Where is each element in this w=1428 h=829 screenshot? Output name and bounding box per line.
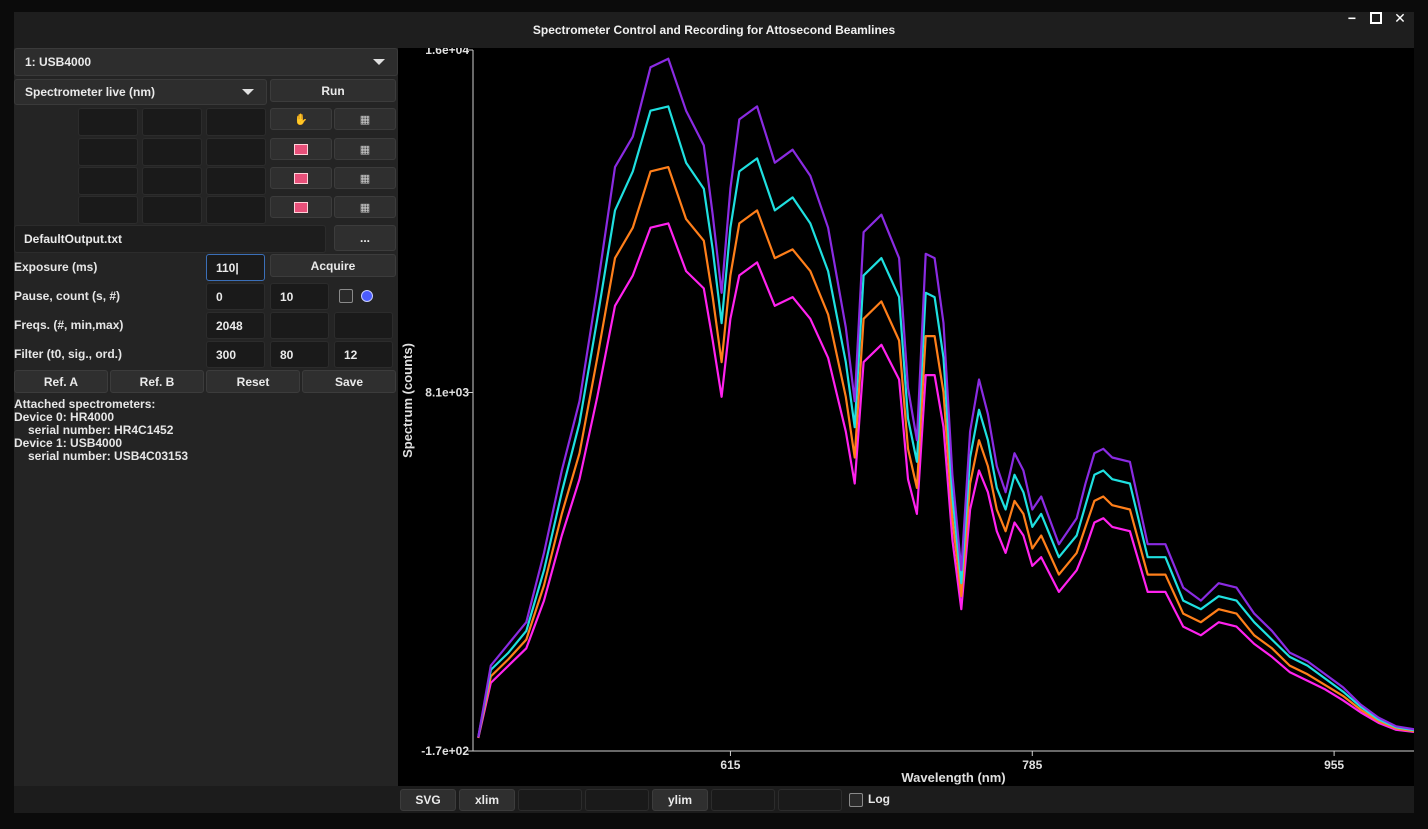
device-select-value: 1: USB4000 xyxy=(25,55,92,69)
timer-checkbox[interactable] xyxy=(339,289,353,303)
plot-icon[interactable] xyxy=(270,167,332,189)
trash-icon[interactable]: ▦ xyxy=(334,196,396,218)
grid-field[interactable] xyxy=(78,108,138,136)
maximize-icon[interactable] xyxy=(1367,9,1385,27)
ylim-min-input[interactable] xyxy=(711,789,775,811)
pause-seconds-value: 0 xyxy=(216,289,223,304)
pause-seconds-input[interactable]: 0 xyxy=(206,283,265,310)
x-tick-label: 615 xyxy=(720,758,740,772)
browse-button[interactable]: ... xyxy=(334,225,396,251)
save-button[interactable]: Save xyxy=(302,370,396,393)
filter-t0-value: 300 xyxy=(216,347,237,362)
ylim-button[interactable]: ylim xyxy=(652,789,708,811)
xlim-button[interactable]: xlim xyxy=(459,789,515,811)
y-tick-label: 8.1e+03 xyxy=(425,385,469,399)
chevron-down-icon xyxy=(242,89,254,95)
ref-a-button[interactable]: Ref. A xyxy=(14,370,108,393)
log-checkbox[interactable] xyxy=(849,793,863,807)
reset-button[interactable]: Reset xyxy=(206,370,300,393)
y-axis-label: Spectrum (counts) xyxy=(400,343,415,458)
device-select[interactable]: 1: USB4000 xyxy=(14,48,398,76)
run-button[interactable]: Run xyxy=(270,79,396,102)
filter-label: Filter (t0, sig., ord.) xyxy=(14,347,123,361)
x-tick-label: 785 xyxy=(1022,758,1042,772)
plot-area[interactable]: 1.6e+04 8.1e+03 -1.7e+02 615 785 955 Wavelengt… xyxy=(398,48,1414,786)
y-tick-label: 1.6e+04 xyxy=(425,48,469,57)
grid-field[interactable] xyxy=(78,196,138,224)
plot-icon[interactable] xyxy=(270,138,332,160)
exposure-label: Exposure (ms) xyxy=(14,260,98,274)
clock-icon xyxy=(361,290,373,302)
plot-icon[interactable] xyxy=(270,196,332,218)
pause-count-input[interactable]: 10 xyxy=(270,283,329,310)
mode-select[interactable]: Spectrometer live (nm) xyxy=(14,79,267,105)
x-tick-label: 955 xyxy=(1324,758,1344,772)
exposure-input[interactable]: 110| xyxy=(206,254,265,281)
spectrum-chart: 1.6e+04 8.1e+03 -1.7e+02 615 785 955 Wavelengt… xyxy=(400,48,1414,785)
device-info: Attached spectrometers: Device 0: HR4000… xyxy=(14,398,188,463)
grid-field[interactable] xyxy=(206,108,266,136)
window-titlebar: Spectrometer Control and Recording for A… xyxy=(14,12,1414,48)
grid-field[interactable] xyxy=(78,167,138,195)
grid-field[interactable] xyxy=(206,196,266,224)
filter-order-input[interactable]: 12 xyxy=(334,341,393,368)
info-line: serial number: USB4C03153 xyxy=(28,449,189,463)
freqs-label: Freqs. (#, min,max) xyxy=(14,318,124,332)
minimize-icon[interactable]: − xyxy=(1343,9,1361,27)
grid-field[interactable] xyxy=(142,138,202,166)
trash-icon[interactable]: ▦ xyxy=(334,108,396,130)
output-file-field[interactable]: DefaultOutput.txt xyxy=(14,225,326,253)
x-axis-label: Wavelength (nm) xyxy=(901,770,1005,785)
ref-b-button[interactable]: Ref. B xyxy=(110,370,204,393)
y-tick-label: -1.7e+02 xyxy=(421,744,469,758)
grid-field[interactable] xyxy=(206,138,266,166)
grid-field[interactable] xyxy=(142,108,202,136)
acquire-button[interactable]: Acquire xyxy=(270,254,396,277)
pause-count-value: 10 xyxy=(280,289,294,304)
exposure-value: 110| xyxy=(216,260,239,275)
grid-field[interactable] xyxy=(142,196,202,224)
filter-sigma-value: 80 xyxy=(280,347,294,362)
freqs-max-input[interactable] xyxy=(334,312,393,339)
pause-label: Pause, count (s, #) xyxy=(14,289,121,303)
window-title: Spectrometer Control and Recording for A… xyxy=(532,23,896,37)
trash-icon[interactable]: ▦ xyxy=(334,138,396,160)
close-icon[interactable]: ✕ xyxy=(1391,9,1409,27)
output-file-value: DefaultOutput.txt xyxy=(24,232,122,246)
log-label: Log xyxy=(868,792,890,806)
freqs-count-value: 2048 xyxy=(216,318,243,333)
chevron-down-icon xyxy=(373,59,385,65)
filter-order-value: 12 xyxy=(344,347,358,362)
ylim-max-input[interactable] xyxy=(778,789,842,811)
series-magenta-line xyxy=(477,222,1414,739)
filter-sigma-input[interactable]: 80 xyxy=(270,341,329,368)
grid-field[interactable] xyxy=(142,167,202,195)
grid-field[interactable] xyxy=(206,167,266,195)
filter-t0-input[interactable]: 300 xyxy=(206,341,265,368)
freqs-count-input[interactable]: 2048 xyxy=(206,312,265,339)
freqs-min-input[interactable] xyxy=(270,312,329,339)
svg-export-button[interactable]: SVG xyxy=(400,789,456,811)
grid-field[interactable] xyxy=(78,138,138,166)
xlim-min-input[interactable] xyxy=(518,789,582,811)
hand-icon[interactable]: ✋ xyxy=(270,108,332,130)
trash-icon[interactable]: ▦ xyxy=(334,167,396,189)
xlim-max-input[interactable] xyxy=(585,789,649,811)
mode-select-value: Spectrometer live (nm) xyxy=(25,85,156,99)
